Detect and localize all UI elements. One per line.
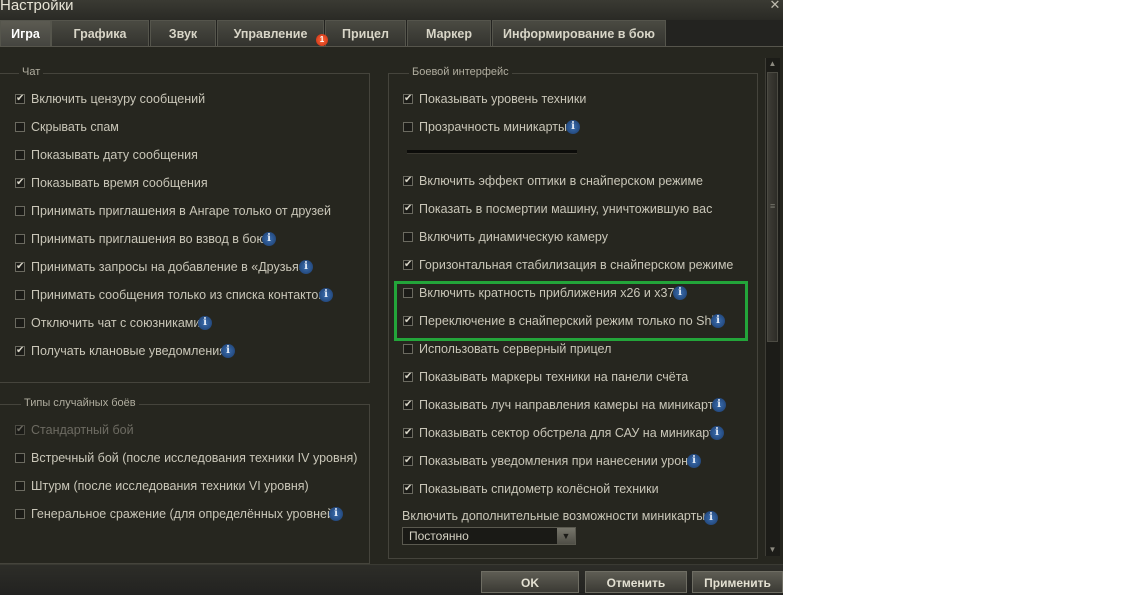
info-icon[interactable]: i: [319, 288, 333, 302]
apply-button[interactable]: Применить: [692, 571, 783, 593]
window-title: Настройки: [0, 0, 74, 14]
option-label: Включить динамическую камеру: [419, 230, 608, 244]
ok-button[interactable]: OK: [481, 571, 579, 593]
checkbox-checked[interactable]: [15, 91, 25, 107]
scrollbar[interactable]: ▲ ≡ ▼: [765, 58, 780, 556]
settings-window: Настройки ✕ Игра Графика Звук Управление…: [0, 0, 783, 595]
checkbox[interactable]: [15, 318, 25, 328]
tab-sound[interactable]: Звук: [150, 20, 216, 46]
info-icon[interactable]: i: [712, 398, 726, 412]
title-bar: Настройки ✕: [0, 0, 783, 20]
option-label: Принимать запросы на добавление в «Друзь…: [31, 260, 306, 274]
tab-controls[interactable]: Управление: [217, 20, 324, 46]
minimap-opacity-slider[interactable]: [407, 150, 577, 154]
tab-marker[interactable]: Маркер: [407, 20, 491, 46]
checkbox[interactable]: [403, 122, 413, 132]
checkbox[interactable]: [15, 290, 25, 300]
option-label: Штурм (после исследования техники VI уро…: [31, 479, 309, 493]
option-label: Показывать маркеры техники на панели счё…: [419, 370, 689, 384]
battle-types-title: Типы случайных боёв: [21, 397, 139, 409]
info-icon[interactable]: i: [262, 232, 276, 246]
highlight-frame: [394, 281, 748, 341]
checkbox[interactable]: [403, 232, 413, 242]
option-label: Показывать время сообщения: [31, 176, 208, 190]
scroll-down-icon[interactable]: ▼: [766, 544, 779, 556]
tab-battle-info[interactable]: Информирование в бою: [492, 20, 666, 46]
option-label: Принимать приглашения во взвод в бою: [31, 232, 266, 246]
checkbox-checked[interactable]: [15, 343, 25, 359]
tab-game[interactable]: Игра: [0, 20, 51, 46]
option-label: Включить цензуру сообщений: [31, 92, 206, 106]
checkbox[interactable]: [15, 234, 25, 244]
info-icon[interactable]: i: [329, 507, 343, 521]
checkbox-checked: [15, 422, 25, 438]
checkbox[interactable]: [15, 122, 25, 132]
checkbox-checked[interactable]: [403, 397, 413, 413]
info-icon[interactable]: i: [221, 344, 235, 358]
option-label: Использовать серверный прицел: [419, 342, 612, 356]
option-label: Включить эффект оптики в снайперском реж…: [419, 174, 704, 188]
option-label: Показывать спидометр колёсной техники: [419, 482, 659, 496]
tab-bar: Игра Графика Звук Управление Прицел Марк…: [0, 20, 783, 46]
checkbox-checked[interactable]: [403, 257, 413, 273]
info-icon[interactable]: i: [566, 120, 580, 134]
option-label: Показать в посмертии машину, уничтожившу…: [419, 202, 713, 216]
checkbox-checked[interactable]: [403, 453, 413, 469]
minimap-features-dropdown[interactable]: Постоянно ▼: [402, 527, 576, 545]
option-label: Показывать уровень техники: [419, 92, 587, 106]
grip-icon: ≡: [770, 201, 776, 211]
option-label: Отключить чат с союзниками: [31, 316, 201, 330]
info-icon[interactable]: i: [198, 316, 212, 330]
cancel-button[interactable]: Отменить: [585, 571, 687, 593]
checkbox[interactable]: [15, 150, 25, 160]
checkbox-checked[interactable]: [403, 481, 413, 497]
option-label: Показывать уведомления при нанесении уро…: [419, 454, 696, 468]
info-icon[interactable]: i: [687, 454, 701, 468]
notification-badge: 1: [316, 34, 328, 46]
checkbox-checked[interactable]: [403, 173, 413, 189]
scroll-thumb[interactable]: ≡: [767, 72, 778, 342]
chat-group-title: Чат: [19, 66, 44, 78]
option-label: Получать клановые уведомления: [31, 344, 227, 358]
option-label: Стандартный бой: [31, 423, 134, 437]
chevron-down-icon: ▼: [557, 528, 575, 544]
close-icon[interactable]: ✕: [768, 0, 782, 12]
option-label: Показывать дату сообщения: [31, 148, 198, 162]
tab-graphics[interactable]: Графика: [51, 20, 149, 46]
info-icon[interactable]: i: [710, 426, 724, 440]
scroll-up-icon[interactable]: ▲: [766, 58, 779, 70]
checkbox-checked[interactable]: [403, 369, 413, 385]
option-label: Скрывать спам: [31, 120, 119, 134]
option-label: Принимать приглашения в Ангаре только от…: [31, 204, 331, 218]
checkbox[interactable]: [15, 453, 25, 463]
option-label: Горизонтальная стабилизация в снайперско…: [419, 258, 734, 272]
option-label: Показывать сектор обстрела для САУ на ми…: [419, 426, 722, 440]
tab-sight[interactable]: Прицел: [325, 20, 406, 46]
checkbox-checked[interactable]: [403, 91, 413, 107]
checkbox[interactable]: [15, 481, 25, 491]
info-icon[interactable]: i: [704, 511, 718, 525]
info-icon[interactable]: i: [299, 260, 313, 274]
option-label: Принимать сообщения только из списка кон…: [31, 288, 325, 302]
option-label: Показывать луч направления камеры на мин…: [419, 398, 721, 412]
option-label: Генеральное сражение (для определённых у…: [31, 507, 339, 521]
checkbox[interactable]: [15, 206, 25, 216]
checkbox-checked[interactable]: [403, 425, 413, 441]
checkbox-checked[interactable]: [15, 175, 25, 191]
option-label: Прозрачность миникарты: [419, 120, 567, 134]
dropdown-value: Постоянно: [409, 529, 469, 543]
checkbox[interactable]: [403, 344, 413, 354]
option-label: Встречный бой (после исследования техник…: [31, 451, 358, 465]
checkbox-checked[interactable]: [15, 259, 25, 275]
checkbox-checked[interactable]: [403, 201, 413, 217]
checkbox[interactable]: [15, 509, 25, 519]
minimap-features-label: Включить дополнительные возможности мини…: [402, 509, 706, 523]
battle-ui-title: Боевой интерфейс: [409, 66, 512, 78]
